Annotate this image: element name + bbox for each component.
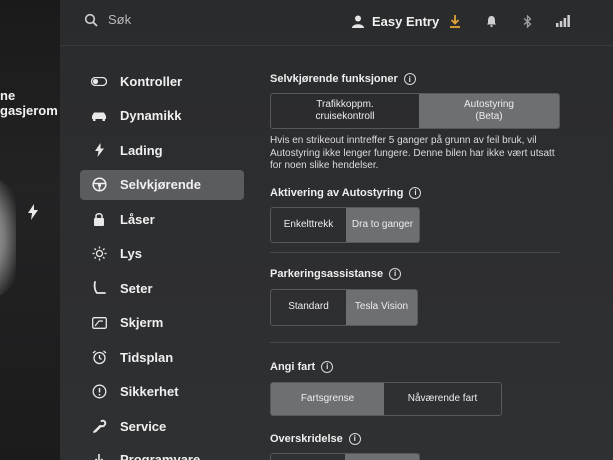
sidebar-item-lights[interactable]: Lys	[80, 239, 244, 269]
sidebar-item-label: Lys	[120, 246, 142, 261]
autosteer-strikeout-description: Hvis en strikeout inntreffer 5 ganger på…	[270, 135, 555, 171]
toggle-icon	[90, 72, 108, 90]
sidebar-item-label: Sikkerhet	[120, 384, 179, 399]
option-label: Autostyring (Beta)	[463, 99, 514, 122]
sidebar-item-schedule[interactable]: Tidsplan	[80, 342, 244, 372]
section-title-self-driving: Selvkjørende funksjoner i	[270, 71, 600, 87]
seat-icon	[90, 279, 108, 297]
divider	[270, 341, 560, 343]
bluetooth-icon[interactable]	[520, 14, 534, 28]
wrench-icon	[90, 417, 108, 435]
info-circle-icon	[90, 383, 108, 401]
profile-name: Easy Entry	[372, 14, 440, 29]
bolt-icon	[90, 141, 108, 159]
option-speed-offset-fixed[interactable]	[271, 454, 345, 460]
sun-icon	[90, 245, 108, 263]
car-icon	[90, 107, 108, 125]
driver-profile[interactable]: Easy Entry	[352, 14, 439, 29]
top-bar: Søk Easy Entry	[60, 0, 613, 46]
info-icon[interactable]: i	[403, 73, 416, 85]
sidebar-item-label: Service	[120, 418, 167, 434]
divider	[270, 251, 560, 253]
speed-offset-title: Overskridelse	[270, 432, 343, 445]
sidebar-item-label: Dynamikk	[120, 108, 182, 123]
info-icon[interactable]: i	[348, 432, 361, 445]
option-single-pull[interactable]: Enkelttrekk	[271, 208, 346, 242]
section-title-autosteer-activation: Aktivering av Autostyring i	[270, 185, 600, 201]
sidebar-item-dynamics[interactable]: Dynamikk	[80, 101, 244, 131]
self-driving-segmented-control: Trafikkoppm. cruisekontroll Autostyring …	[270, 93, 560, 129]
section-title-speed-offset: Overskridelse i	[270, 431, 600, 447]
sidebar-item-charging[interactable]: Lading	[80, 135, 244, 165]
sidebar-item-locks[interactable]: Låser	[80, 204, 244, 234]
autosteer-activation-segmented-control: Enkelttrekk Dra to ganger	[270, 206, 420, 243]
lock-icon	[90, 210, 108, 228]
info-icon[interactable]: i	[321, 360, 334, 373]
autosteer-activation-title: Aktivering av Autostyring	[270, 186, 404, 199]
set-speed-title: Angi fart	[270, 360, 316, 373]
option-current-speed[interactable]: Nåværende fart	[384, 383, 501, 415]
download-icon	[90, 452, 108, 460]
person-icon	[352, 15, 364, 28]
option-double-pull[interactable]: Dra to ganger	[345, 207, 419, 242]
sidebar-item-controls[interactable]: Kontroller	[80, 66, 244, 96]
sidebar-item-autopilot[interactable]: Selvkjørende	[80, 169, 244, 200]
sidebar-item-display[interactable]: Skjerm	[80, 308, 244, 338]
sidebar-item-seats[interactable]: Seter	[80, 273, 244, 303]
option-speed-offset-percent[interactable]	[345, 453, 419, 460]
speed-offset-segmented-control	[270, 452, 420, 460]
option-tesla-vision[interactable]: Tesla Vision	[345, 289, 417, 325]
sidebar-item-label: Programvare	[120, 451, 201, 460]
sidebar-item-software[interactable]: Programvare	[80, 446, 244, 460]
sidebar-item-service[interactable]: Service	[80, 411, 244, 441]
option-speed-limit[interactable]: Fartsgrense	[271, 382, 385, 415]
car-image	[0, 178, 16, 298]
search-input[interactable]: Søk	[108, 12, 131, 27]
car-view-text-line2: gasjerom	[0, 103, 58, 118]
option-standard[interactable]: Standard	[271, 290, 346, 325]
car-view-text-line1: ne	[0, 88, 16, 103]
sidebar-item-label: Selvkjørende	[120, 177, 201, 192]
option-label: Trafikkoppm. cruisekontroll	[315, 99, 375, 122]
signal-icon	[556, 14, 570, 28]
section-title-park-assist: Parkeringsassistanse i	[270, 266, 600, 282]
alarm-clock-icon	[90, 348, 108, 366]
info-icon[interactable]: i	[409, 186, 422, 199]
section-title-set-speed: Angi fart i	[270, 359, 600, 375]
sidebar-item-label: Tidsplan	[120, 349, 174, 365]
search-bar[interactable]: Søk	[84, 12, 131, 27]
settings-sidebar: Kontroller Dynamikk Lading Selvkjørende …	[80, 66, 244, 460]
download-icon[interactable]	[448, 14, 462, 28]
charge-bolt-icon	[28, 204, 38, 225]
sidebar-item-label: Seter	[120, 280, 153, 296]
autopilot-settings: Selvkjørende funksjoner i Trafikkoppm. c…	[270, 66, 600, 460]
steering-wheel-icon	[90, 176, 108, 194]
self-driving-title: Selvkjørende funksjoner	[270, 73, 398, 85]
display-icon	[90, 314, 108, 332]
park-assist-segmented-control: Standard Tesla Vision	[270, 288, 418, 326]
info-icon[interactable]: i	[389, 267, 402, 280]
park-assist-title: Parkeringsassistanse	[270, 267, 384, 280]
sidebar-item-label: Lading	[120, 142, 163, 158]
sidebar-item-label: Låser	[120, 211, 155, 227]
sidebar-item-label: Kontroller	[120, 73, 183, 89]
set-speed-segmented-control: Fartsgrense Nåværende fart	[270, 381, 502, 416]
sidebar-item-label: Skjerm	[120, 315, 164, 330]
status-icons	[448, 14, 570, 28]
option-traffic-aware-cruise[interactable]: Trafikkoppm. cruisekontroll	[271, 94, 419, 128]
car-view-panel: ne gasjerom	[0, 0, 62, 460]
settings-screen: Søk Easy Entry Kontroller Dynamikk Ladin…	[60, 0, 613, 460]
bell-icon[interactable]	[484, 14, 498, 28]
sidebar-item-safety[interactable]: Sikkerhet	[80, 377, 244, 407]
search-icon	[84, 13, 98, 27]
option-autosteer-beta[interactable]: Autostyring (Beta)	[418, 94, 559, 128]
